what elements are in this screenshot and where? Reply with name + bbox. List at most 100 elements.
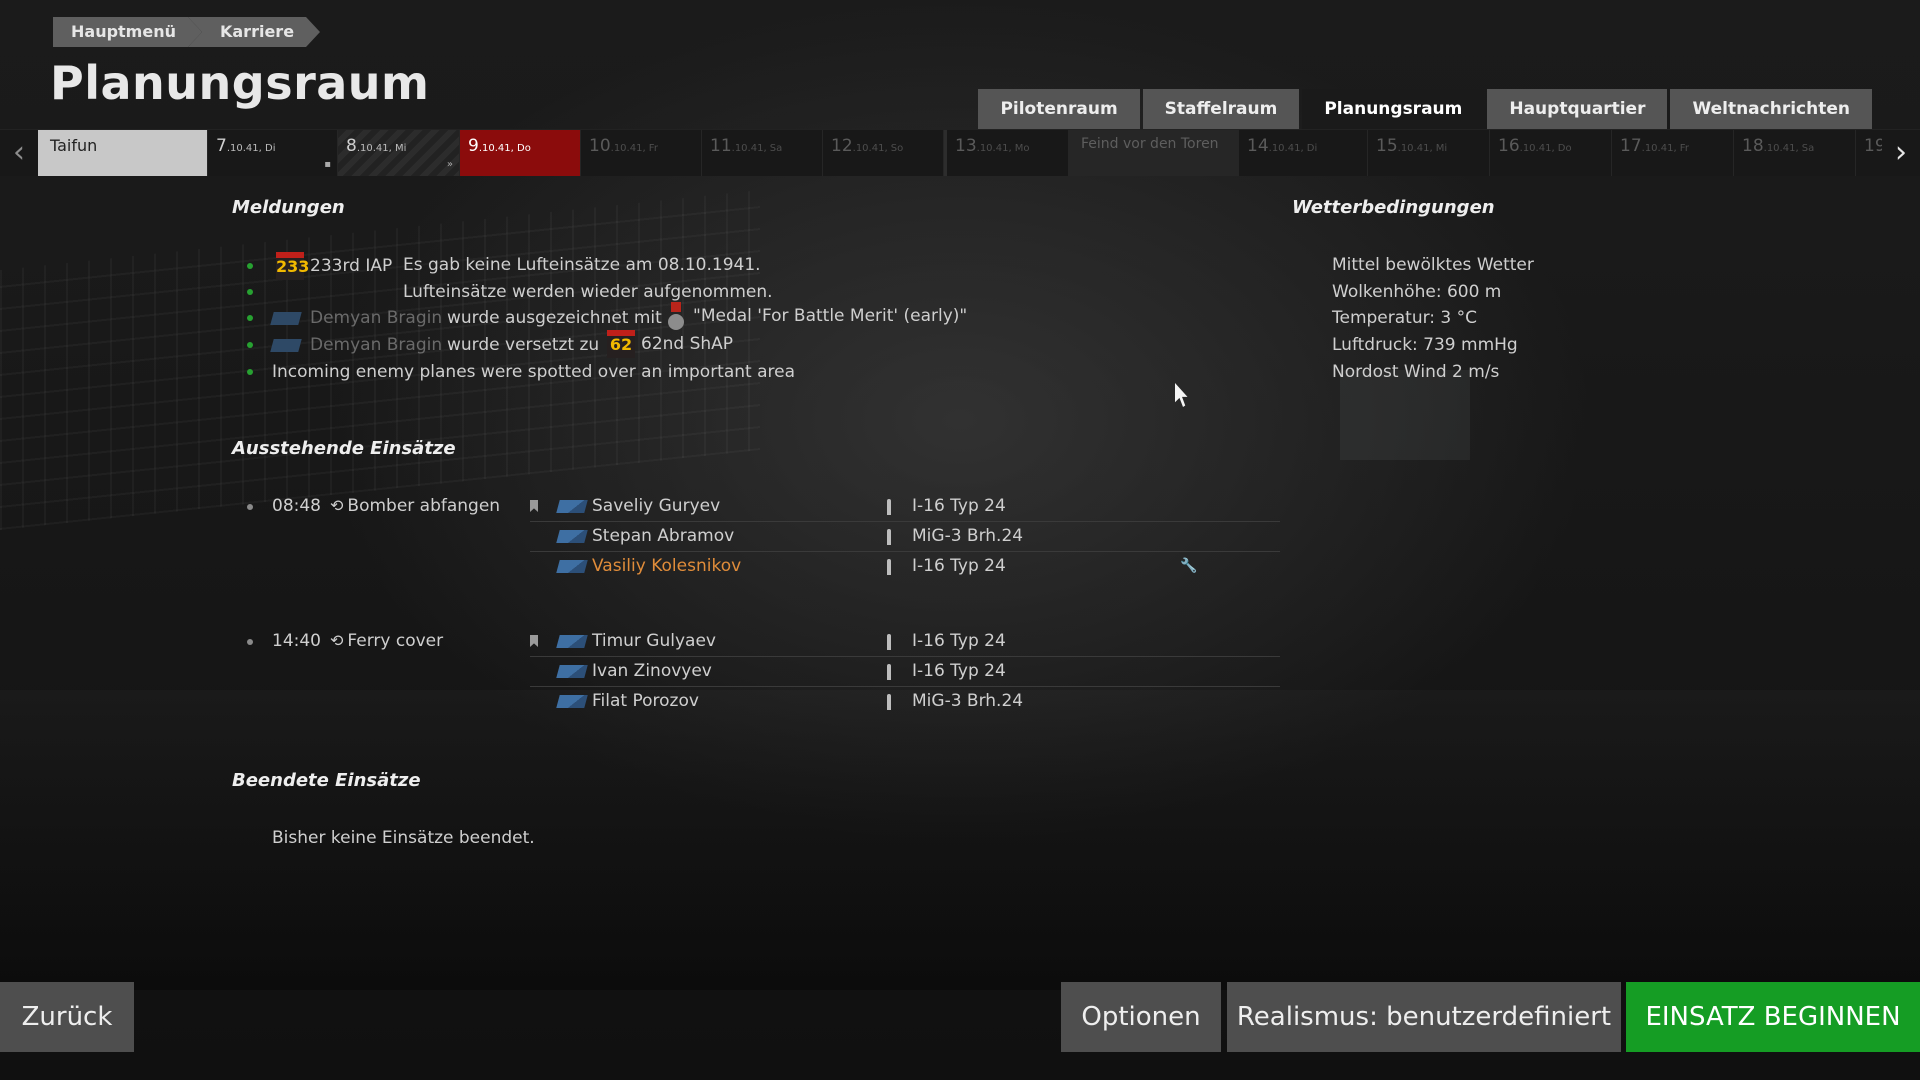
- timeline-day[interactable]: 12.10.41, So: [823, 130, 944, 176]
- completed-missions-title: Beendete Einsätze: [232, 770, 421, 791]
- options-button[interactable]: Optionen: [1061, 982, 1221, 1052]
- green-dot-icon: [247, 369, 253, 375]
- mission-name[interactable]: ⟲ Ferry cover: [330, 631, 443, 651]
- timeline-day[interactable]: 15.10.41, Mi: [1368, 130, 1490, 176]
- timeline-day-date: .10.41, Di: [226, 143, 276, 154]
- page-title: Planungsraum: [50, 56, 430, 110]
- tab-planning-room[interactable]: Planungsraum: [1302, 89, 1485, 129]
- tab-headquarters[interactable]: Hauptquartier: [1487, 89, 1668, 129]
- report-pilot[interactable]: Demyan Bragin: [310, 308, 442, 328]
- timeline-day[interactable]: 19: [1856, 130, 1882, 176]
- timeline-event[interactable]: Feind vor den Toren: [1069, 130, 1239, 176]
- plane-name: I-16 Typ 24: [912, 631, 1006, 651]
- chevron-right-icon[interactable]: ›: [1882, 130, 1920, 176]
- pilot-name: Stepan Abramov: [592, 526, 735, 546]
- timeline-day-date: .10.41, So: [852, 143, 904, 154]
- mission-bullet: [247, 639, 253, 645]
- green-dot-icon: [247, 289, 253, 295]
- timeline-day-number: 18: [1742, 136, 1764, 156]
- ammo-icon: [887, 499, 891, 515]
- timeline-day[interactable]: 11.10.41, Sa: [702, 130, 823, 176]
- timeline-day-number: 16: [1498, 136, 1520, 156]
- tab-world-news[interactable]: Weltnachrichten: [1670, 89, 1872, 129]
- weather-temperature: Temperatur: 3 °C: [1332, 308, 1478, 328]
- weather-title: Wetterbedingungen: [1292, 197, 1495, 218]
- weather-pressure: Luftdruck: 739 mmHg: [1332, 335, 1518, 355]
- timeline-day-date: .10.41, Sa: [731, 143, 783, 154]
- pending-missions-title: Ausstehende Einsätze: [232, 438, 456, 459]
- report-unit[interactable]: 62nd ShAP: [641, 334, 733, 354]
- mission-name[interactable]: ⟲ Bomber abfangen: [330, 496, 500, 516]
- timeline-day-today[interactable]: 9.10.41, Do: [460, 130, 581, 176]
- pilot-name: Vasiliy Kolesnikov: [592, 556, 742, 576]
- timeline-day-date: .10.41, Fr: [610, 143, 658, 154]
- back-button[interactable]: Zurück: [0, 982, 134, 1052]
- start-mission-button[interactable]: EINSATZ BEGINNEN: [1626, 982, 1920, 1052]
- pilot-row[interactable]: Filat Porozov MiG-3 Brh.24: [530, 686, 1280, 716]
- pilot-row[interactable]: Ivan Zinovyev I-16 Typ 24: [530, 656, 1280, 687]
- ammo-icon: [887, 664, 891, 680]
- timeline-day-number: 14: [1247, 136, 1269, 156]
- pilot-row[interactable]: Timur Gulyaev I-16 Typ 24: [530, 626, 1280, 657]
- wrench-icon[interactable]: 🔧: [1180, 551, 1197, 581]
- timeline-day[interactable]: 10.10.41, Fr: [581, 130, 702, 176]
- pilot-name: Timur Gulyaev: [592, 631, 716, 651]
- pilot-row-selected[interactable]: Vasiliy Kolesnikov I-16 Typ 24 🔧: [530, 551, 1280, 581]
- report-pilot[interactable]: Demyan Bragin: [310, 335, 442, 355]
- timeline-day-date: .10.41, Do: [478, 143, 531, 154]
- mission-bullet: [247, 504, 253, 510]
- green-dot-icon: [247, 315, 253, 321]
- report-award: "Medal 'For Battle Merit' (early)": [667, 302, 967, 330]
- timeline-day[interactable]: 13.10.41, Mo: [944, 130, 1069, 176]
- flag-icon: [556, 635, 588, 648]
- ammo-icon: [887, 634, 891, 650]
- flag-icon: [556, 695, 588, 708]
- pilot-row[interactable]: Saveliy Guryev I-16 Typ 24: [530, 491, 1280, 522]
- timeline-day-date: .10.41, Mi: [1397, 143, 1448, 154]
- ammo-icon: [887, 694, 891, 710]
- report-text: Es gab keine Lufteinsätze am 08.10.1941.: [403, 255, 761, 275]
- timeline-day-number: 13: [955, 136, 977, 156]
- timeline-day-date: .10.41, Mo: [976, 143, 1030, 154]
- timeline-day-date: .10.41, Fr: [1641, 143, 1689, 154]
- timeline-day-number: 11: [710, 136, 732, 156]
- tab-squadron-room[interactable]: Staffelraum: [1142, 89, 1300, 129]
- pilot-name: Saveliy Guryev: [592, 496, 721, 516]
- weather-cloud-height: Wolkenhöhe: 600 m: [1332, 282, 1502, 302]
- mission-name-label: Ferry cover: [347, 631, 444, 651]
- report-line: 62 62nd ShAP: [607, 330, 733, 358]
- chevron-left-icon[interactable]: ‹: [0, 130, 38, 176]
- report-text: wurde ausgezeichnet mit: [447, 308, 662, 328]
- plane-name: I-16 Typ 24: [912, 661, 1006, 681]
- timeline-day[interactable]: 17.10.41, Fr: [1612, 130, 1734, 176]
- pilot-row[interactable]: Stepan Abramov MiG-3 Brh.24: [530, 521, 1280, 552]
- briefcase-icon: ▪: [324, 159, 331, 170]
- timeline-day[interactable]: 7.10.41, Di ▪: [208, 130, 338, 176]
- report-unit[interactable]: 233rd IAP: [310, 256, 392, 276]
- timeline-day[interactable]: 14.10.41, Di: [1239, 130, 1368, 176]
- timeline-day-date: .10.41, Do: [1519, 143, 1572, 154]
- tab-pilot-room[interactable]: Pilotenraum: [978, 89, 1140, 129]
- realism-button[interactable]: Realismus: benutzerdefiniert: [1227, 982, 1621, 1052]
- timeline-event-label: Feind vor den Toren: [1081, 136, 1219, 152]
- timeline-day-number: 8: [346, 136, 357, 156]
- ammo-icon: [887, 559, 891, 575]
- flag-icon: [556, 530, 588, 543]
- timeline-day[interactable]: 16.10.41, Do: [1490, 130, 1612, 176]
- timeline-day-number: 7: [216, 136, 227, 156]
- breadcrumb-career[interactable]: Karriere: [187, 17, 321, 47]
- green-dot-icon: [247, 263, 253, 269]
- pilot-name: Ivan Zinovyev: [592, 661, 712, 681]
- timeline-campaign[interactable]: Taifun: [38, 130, 208, 176]
- flag-icon: [270, 338, 302, 352]
- hangar-window: [1340, 370, 1470, 460]
- timeline-day[interactable]: 18.10.41, Sa: [1734, 130, 1856, 176]
- breadcrumb-main-menu[interactable]: Hauptmenü: [53, 17, 202, 47]
- timeline-day[interactable]: 8.10.41, Mi »: [338, 130, 460, 176]
- timeline-day-number: 9: [468, 136, 479, 156]
- timeline-day-date: .10.41, Sa: [1763, 143, 1815, 154]
- timeline-day-date: .10.41, Mi: [356, 143, 407, 154]
- timeline-day-number: 10: [589, 136, 611, 156]
- report-line: Demyan Bragin: [270, 335, 442, 355]
- report-text: Incoming enemy planes were spotted over …: [272, 362, 796, 382]
